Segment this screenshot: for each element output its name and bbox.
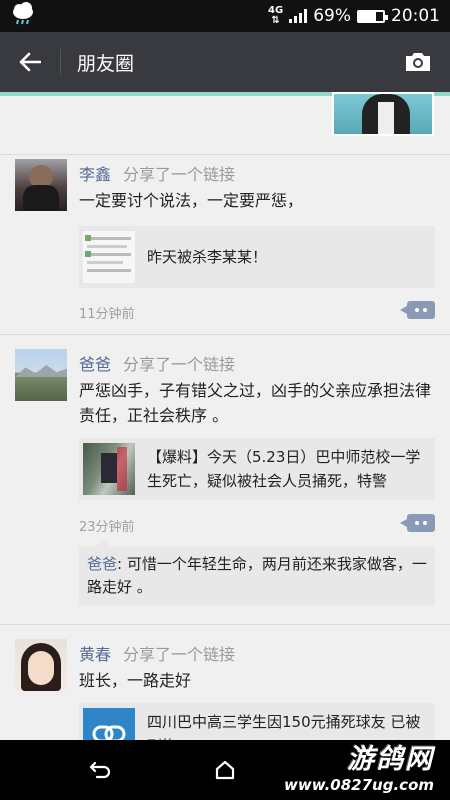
battery-percent: 69% bbox=[313, 6, 351, 26]
link-card[interactable]: 四川巴中高三学生因150元捅死球友 已被刑拘 bbox=[79, 703, 435, 740]
link-title: 四川巴中高三学生因150元捅死球友 已被刑拘 bbox=[147, 713, 421, 740]
post-content: 一定要讨个说法，一定要严惩， bbox=[79, 191, 304, 210]
watermark-url: www.0827ug.com bbox=[284, 776, 434, 794]
battery-icon bbox=[357, 9, 388, 23]
link-card[interactable]: 昨天被杀李某某！ bbox=[79, 226, 435, 288]
camera-icon bbox=[406, 53, 430, 71]
avatar[interactable] bbox=[15, 349, 67, 401]
link-title: 【爆料】今天（5.23日）巴中师范校一学生死亡，疑似被社会人员捅死，特警 bbox=[147, 448, 421, 490]
link-thumbnail bbox=[83, 708, 135, 740]
clock: 20:01 bbox=[391, 6, 440, 26]
moment-post: 李鑫 分享了一个链接 一定要讨个说法，一定要严惩， 昨天被杀李某某！ 11分钟前 bbox=[0, 154, 450, 334]
back-button[interactable] bbox=[0, 32, 60, 92]
nav-home-button[interactable] bbox=[195, 740, 255, 800]
navigation-bar: 游鸽网 www.0827ug.com bbox=[0, 740, 450, 800]
app-bar: 朋友圈 bbox=[0, 32, 450, 92]
signal-icon bbox=[289, 9, 308, 23]
post-author[interactable]: 李鑫 bbox=[79, 161, 111, 185]
comment-author[interactable]: 爸爸 bbox=[87, 555, 117, 573]
status-bar: 4G ⇅ 69% 20:01 bbox=[0, 0, 450, 32]
post-content: 严惩凶手，子有错父之过，凶手的父亲应承担法律责任，正社会秩序 。 bbox=[79, 381, 432, 425]
link-thumbnail bbox=[83, 231, 135, 283]
moments-feed[interactable]: 李鑫 分享了一个链接 一定要讨个说法，一定要严惩， 昨天被杀李某某！ 11分钟前… bbox=[0, 92, 450, 740]
share-label: 分享了一个链接 bbox=[123, 355, 236, 374]
nav-back-icon bbox=[89, 761, 111, 779]
link-card[interactable]: 【爆料】今天（5.23日）巴中师范校一学生死亡，疑似被社会人员捅死，特警 bbox=[79, 438, 435, 500]
post-time: 11分钟前 bbox=[79, 307, 135, 322]
post-author[interactable]: 黄春 bbox=[79, 641, 111, 665]
watermark: 游鸽网 www.0827ug.com bbox=[284, 744, 434, 794]
comment-text: : 可惜一个年轻生命，两月前还来我家做客，一路走好 。 bbox=[87, 555, 427, 596]
post-time: 23分钟前 bbox=[79, 520, 135, 535]
link-title: 昨天被杀李某某！ bbox=[147, 248, 268, 266]
share-label: 分享了一个链接 bbox=[123, 645, 236, 664]
profile-cover-photo[interactable] bbox=[332, 92, 434, 136]
camera-button[interactable] bbox=[386, 32, 450, 92]
moment-post: 爸爸 分享了一个链接 严惩凶手，子有错父之过，凶手的父亲应承担法律责任，正社会秩… bbox=[0, 334, 450, 624]
post-content: 班长，一路走好 bbox=[79, 671, 192, 690]
avatar[interactable] bbox=[15, 159, 67, 211]
moment-post: 黄春 分享了一个链接 班长，一路走好 四川巴中高三学生因150元捅死球友 已被刑… bbox=[0, 624, 450, 740]
link-thumbnail bbox=[83, 443, 135, 495]
app-bar-divider bbox=[60, 49, 61, 75]
share-label: 分享了一个链接 bbox=[123, 165, 236, 184]
post-author[interactable]: 爸爸 bbox=[79, 351, 111, 375]
watermark-logo: 游鸽网 bbox=[347, 744, 434, 775]
page-title: 朋友圈 bbox=[77, 52, 135, 75]
arrow-left-icon bbox=[19, 52, 41, 72]
weather-icon bbox=[10, 1, 36, 31]
comment-button[interactable] bbox=[400, 514, 435, 532]
network-indicator: 4G ⇅ bbox=[268, 5, 284, 26]
home-icon bbox=[215, 760, 235, 780]
comment-button[interactable] bbox=[400, 301, 435, 319]
avatar[interactable] bbox=[15, 639, 67, 691]
nav-back-button[interactable] bbox=[70, 740, 130, 800]
link-icon bbox=[92, 725, 126, 740]
comment-box: 爸爸: 可惜一个年轻生命，两月前还来我家做客，一路走好 。 bbox=[79, 539, 435, 605]
